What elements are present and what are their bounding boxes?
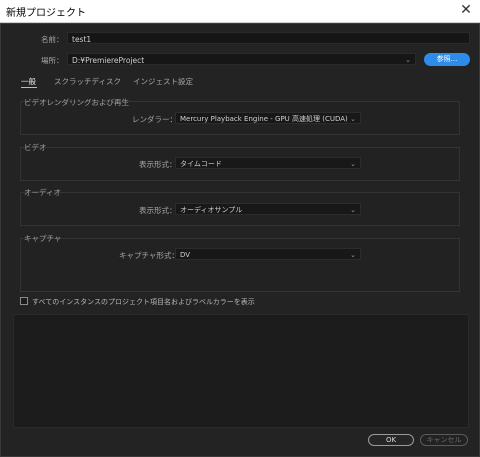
show-label-color-checkbox[interactable] <box>20 297 28 305</box>
audio-display-format-value: オーディオサンプル <box>180 206 243 214</box>
cancel-button[interactable]: キャンセル <box>420 434 468 446</box>
name-input[interactable]: test1 <box>67 32 470 44</box>
capture-format-value: DV <box>180 251 191 259</box>
video-render-title: ビデオレンダリングおよび再生 <box>24 98 129 107</box>
capture-title: キャプチャ <box>24 234 62 243</box>
location-select[interactable]: D:¥PremiereProject ⌄ <box>67 53 416 65</box>
new-project-dialog: 名前： test1 場所： D:¥PremiereProject ⌄ 参照...… <box>0 23 480 457</box>
audio-title: オーディオ <box>24 188 61 197</box>
name-value: test1 <box>72 35 92 44</box>
chevron-down-icon: ⌄ <box>350 251 356 259</box>
empty-panel <box>13 314 469 428</box>
show-label-color-label: すべてのインスタンスのプロジェクト項目名およびラベルカラーを表示 <box>32 298 255 306</box>
tab-scratch-disks[interactable]: スクラッチディスク <box>54 76 121 87</box>
location-label: 場所： <box>41 56 64 65</box>
tab-ingest-settings[interactable]: インジェスト設定 <box>133 76 193 87</box>
audio-display-format-select[interactable]: オーディオサンプル ⌄ <box>175 203 361 215</box>
tab-general[interactable]: 一般 <box>21 76 36 87</box>
audio-display-format-label: 表示形式： <box>139 206 177 215</box>
name-label: 名前： <box>41 35 64 44</box>
active-tab-underline <box>21 87 37 88</box>
video-display-format-value: タイムコード <box>180 160 222 168</box>
renderer-value: Mercury Playback Engine - GPU 高速処理 (CUDA… <box>180 115 348 123</box>
capture-format-label: キャプチャ形式： <box>119 251 179 260</box>
capture-format-select[interactable]: DV ⌄ <box>175 248 361 260</box>
location-value: D:¥PremiereProject <box>72 56 145 65</box>
capture-section <box>20 238 460 292</box>
video-title: ビデオ <box>24 143 47 152</box>
video-display-format-label: 表示形式： <box>139 160 177 169</box>
chevron-down-icon: ⌄ <box>350 160 356 168</box>
video-display-format-select[interactable]: タイムコード ⌄ <box>175 157 361 169</box>
chevron-down-icon: ⌄ <box>405 56 411 64</box>
ok-button[interactable]: OK <box>368 434 414 446</box>
window-title: 新規プロジェクト <box>6 8 86 19</box>
renderer-select[interactable]: Mercury Playback Engine - GPU 高速処理 (CUDA… <box>175 112 361 124</box>
chevron-down-icon: ⌄ <box>350 115 356 123</box>
renderer-label: レンダラー： <box>132 115 177 124</box>
close-icon[interactable]: ✕ <box>458 2 474 18</box>
title-bar: 新規プロジェクト ✕ <box>0 0 480 23</box>
browse-button[interactable]: 参照... <box>424 53 470 66</box>
chevron-down-icon: ⌄ <box>350 206 356 214</box>
